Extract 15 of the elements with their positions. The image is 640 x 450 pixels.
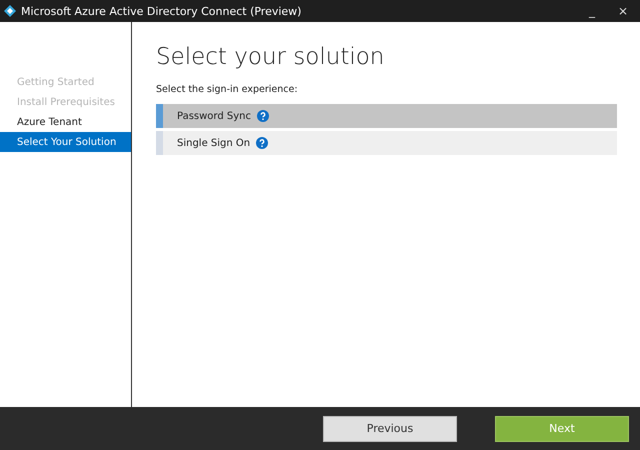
window-title: Microsoft Azure Active Directory Connect (Preview) <box>21 4 302 18</box>
option-row[interactable]: Single Sign On <box>156 131 617 155</box>
sidebar-item[interactable]: Select Your Solution <box>0 132 131 152</box>
minimize-button[interactable]: _ <box>579 4 605 18</box>
page-heading: Select your solution <box>156 44 386 70</box>
option-label: Password Sync <box>177 110 251 122</box>
previous-button[interactable]: Previous <box>323 416 457 442</box>
option-label: Single Sign On <box>177 138 250 148</box>
help-icon[interactable] <box>256 137 268 149</box>
diamond-logo-icon <box>4 5 16 17</box>
prompt-text: Select the sign-in experience: <box>156 84 299 95</box>
help-icon[interactable] <box>257 110 269 122</box>
close-button[interactable]: × <box>610 4 636 18</box>
sidebar-item[interactable]: Azure Tenant <box>0 112 131 132</box>
option-row[interactable]: Password Sync <box>156 104 617 128</box>
